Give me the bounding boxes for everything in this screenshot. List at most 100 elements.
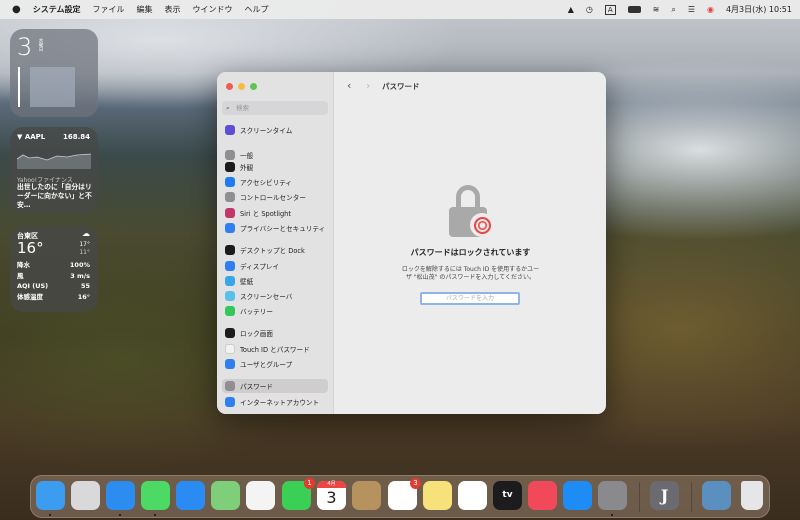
input-mode-icon[interactable]: A	[604, 4, 616, 15]
menu-window[interactable]: ウインドウ	[193, 4, 233, 15]
sidebar-item[interactable]: ユーザとグループ	[222, 357, 328, 371]
search-icon: ⌕	[226, 104, 230, 112]
calendar-month: 4月	[317, 481, 346, 488]
sidebar-item[interactable]: アクセシビリティ	[222, 175, 328, 189]
weather-low: 11°	[79, 249, 90, 256]
menu-help[interactable]: ヘルプ	[245, 4, 269, 15]
dock-app-8[interactable]: 4月 3	[317, 481, 346, 510]
sidebar-item[interactable]: プライバシーとセキュリティ	[222, 221, 328, 235]
weather-label: 風	[17, 271, 24, 280]
fingerprint-icon	[470, 213, 494, 237]
battery-icon[interactable]	[627, 6, 641, 13]
weather-details: 降水 100% 風 3 m/s AQI (US) 55 体感温度 16°	[17, 260, 90, 302]
menu-edit[interactable]: 編集	[137, 4, 153, 15]
dock-extra-0[interactable]: J	[650, 481, 679, 510]
sidebar-item-icon	[225, 276, 235, 286]
sidebar-item-icon	[225, 306, 235, 316]
sidebar-item-label: ユーザとグループ	[240, 361, 293, 369]
dock-app-1[interactable]	[71, 481, 100, 510]
sidebar-item-label: プライバシーとセキュリティ	[240, 225, 326, 233]
dock-app-12[interactable]	[458, 481, 487, 510]
sidebar-item[interactable]: 壁紙	[222, 274, 328, 288]
siri-icon[interactable]: ◉	[707, 5, 714, 14]
sidebar-item-label: スクリーンタイム	[240, 127, 293, 135]
wifi-icon[interactable]: ≋	[653, 5, 660, 14]
sidebar-item-icon	[225, 291, 235, 301]
sidebar-item[interactable]: 外観	[222, 160, 328, 174]
dock-app-10[interactable]: 3	[388, 478, 421, 510]
dock-app-6[interactable]	[246, 481, 275, 510]
dock-app-3[interactable]	[141, 481, 170, 510]
close-button[interactable]	[226, 83, 233, 90]
sidebar-item[interactable]: ディスプレイ	[222, 259, 328, 273]
search-input[interactable]: ⌕ 検索	[222, 101, 328, 115]
time-machine-icon[interactable]: ◷	[586, 5, 593, 14]
dock-app-0[interactable]	[36, 481, 65, 510]
back-button[interactable]: ‹	[347, 79, 351, 92]
dock-app-13[interactable]: tv	[493, 481, 522, 510]
spotlight-icon[interactable]: ⌕	[671, 5, 675, 15]
dock-app-11[interactable]	[423, 481, 452, 510]
sidebar-item-label: スクリーンセーバ	[240, 293, 293, 301]
dock-app-14[interactable]	[528, 481, 557, 510]
dock-badge: 3	[410, 478, 421, 489]
calendar-widget[interactable]: 3 水曜日	[10, 29, 98, 117]
weather-label: 体感温度	[17, 292, 43, 301]
sidebar-item-icon	[225, 150, 235, 160]
running-indicator	[611, 514, 613, 516]
dock-app-16[interactable]	[598, 481, 627, 510]
sidebar-item-label: バッテリー	[240, 308, 273, 316]
stocks-widget[interactable]: ▼ AAPL 168.84 Yahoo!ファイナンス 出世したのに「自分はリーダ…	[10, 127, 98, 213]
calendar-blurred-area	[30, 67, 75, 107]
news-headline[interactable]: 出世したのに「自分はリーダーに向かない」と不安…	[17, 183, 93, 210]
sidebar-item[interactable]: Touch ID とパスワード	[222, 342, 328, 356]
calendar-events	[18, 67, 20, 107]
sidebar-item-icon	[225, 328, 235, 338]
control-center-icon[interactable]: ☰	[688, 5, 695, 14]
dock-separator	[639, 482, 640, 512]
sidebar-item-label: 一般	[240, 152, 254, 160]
sidebar-item[interactable]: パスワード	[222, 379, 328, 393]
weather-label: AQI (US)	[17, 282, 49, 290]
weather-widget[interactable]: 台東区 ☁ 16° 17° 11° 降水 100% 風3 m/s AQI (US)…	[10, 226, 98, 312]
dock-app-9[interactable]	[352, 481, 381, 510]
menu-app-name[interactable]: システム設定	[33, 4, 81, 15]
menu-view[interactable]: 表示	[165, 4, 181, 15]
sidebar-item[interactable]: ロック画面	[222, 326, 328, 340]
sidebar: ⌕ 検索 スクリーンタイム 一般 外観 アクセシビリティ コントロールセンター Siri と…	[217, 72, 334, 414]
password-input[interactable]: パスワードを入力	[420, 292, 520, 305]
sidebar-item-label: 壁紙	[240, 278, 254, 286]
stock-symbol: ▼ AAPL	[17, 133, 46, 141]
sidebar-item[interactable]: スクリーンセーバ	[222, 289, 328, 303]
sidebar-item[interactable]: Siri と Spotlight	[222, 206, 328, 220]
stock-sparkline	[17, 153, 91, 169]
system-settings-window: ⌕ 検索 スクリーンタイム 一般 外観 アクセシビリティ コントロールセンター Siri と…	[217, 72, 606, 414]
zoom-button[interactable]	[250, 83, 257, 90]
menu-file[interactable]: ファイル	[93, 4, 125, 15]
minimize-button[interactable]	[238, 83, 245, 90]
dock: 1 4月 3 3 tv J	[30, 475, 770, 518]
dock-extra-1[interactable]	[702, 481, 731, 510]
sidebar-item-label: Siri と Spotlight	[240, 210, 291, 218]
sidebar-item[interactable]: スクリーンタイム	[222, 123, 328, 137]
sidebar-item-icon	[225, 397, 235, 407]
forward-button[interactable]: ›	[366, 79, 370, 92]
dock-app-15[interactable]	[563, 481, 592, 510]
sidebar-item[interactable]: コントロールセンター	[222, 190, 328, 204]
dock-app-7[interactable]: 1	[282, 478, 315, 510]
dock-app-5[interactable]	[211, 481, 240, 510]
sidebar-item-icon	[225, 381, 235, 391]
dock-app-2[interactable]	[106, 481, 135, 510]
lock-icon	[449, 185, 494, 243]
dock-app-4[interactable]	[176, 481, 205, 510]
lock-message-line2: ザ "松山茂" のパスワードを入力してください。	[406, 274, 535, 281]
sidebar-item[interactable]: バッテリー	[222, 304, 328, 318]
dock-extra-2[interactable]	[741, 481, 763, 510]
dock-separator	[691, 482, 692, 512]
sidebar-item[interactable]: インターネットアカウント	[222, 395, 328, 409]
clock[interactable]: 4月3日(水) 10:51	[726, 4, 792, 15]
sidebar-item[interactable]: デスクトップと Dock	[222, 243, 328, 257]
sidebar-item-label: ディスプレイ	[240, 263, 280, 271]
user-icon[interactable]: ▲	[568, 5, 574, 14]
apple-menu-icon[interactable]: ●	[12, 4, 21, 15]
